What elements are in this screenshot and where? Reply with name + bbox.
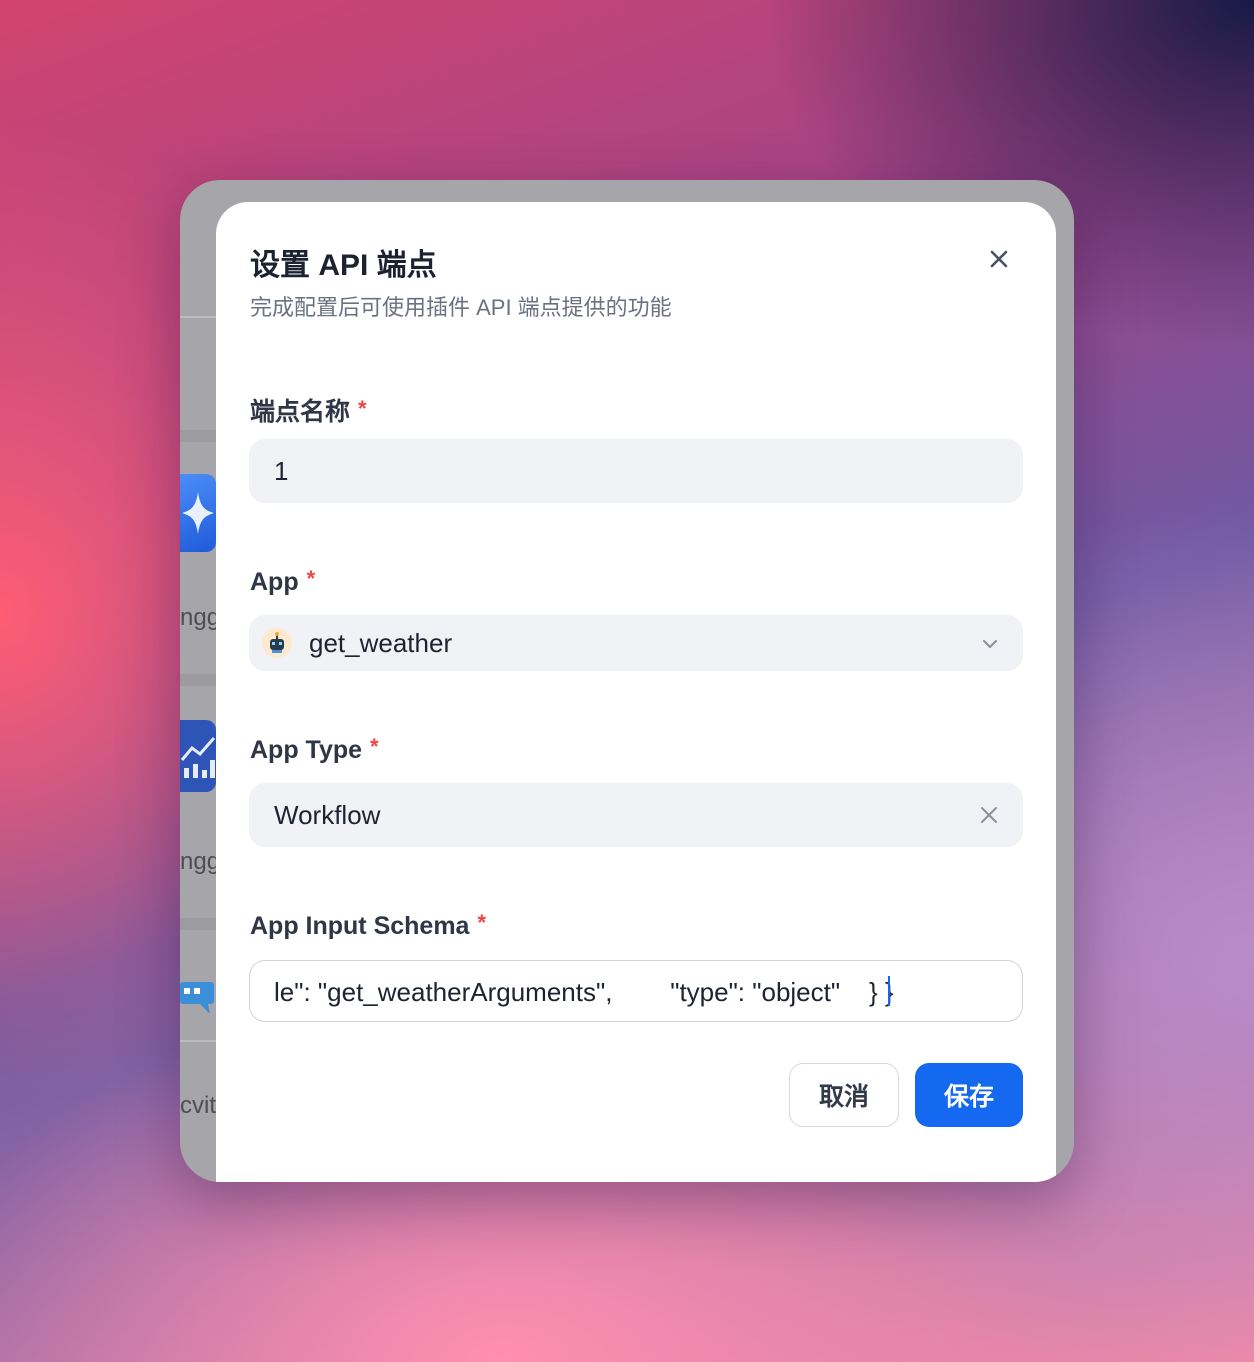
list-item-label: ngg: [180, 604, 220, 631]
list-divider: [180, 316, 220, 318]
background-window: ngg ngg cvit: [180, 180, 1074, 1182]
list-item-label: cvit: [180, 1092, 216, 1119]
chart-app-icon: [180, 720, 216, 792]
list-item: [180, 674, 220, 686]
chat-app-icon: [180, 968, 216, 1028]
list-item: [180, 430, 220, 442]
list-item-label: ngg: [180, 848, 220, 875]
list-divider: [180, 1040, 220, 1042]
sparkle-app-icon: [180, 474, 216, 552]
list-item: [180, 918, 220, 930]
